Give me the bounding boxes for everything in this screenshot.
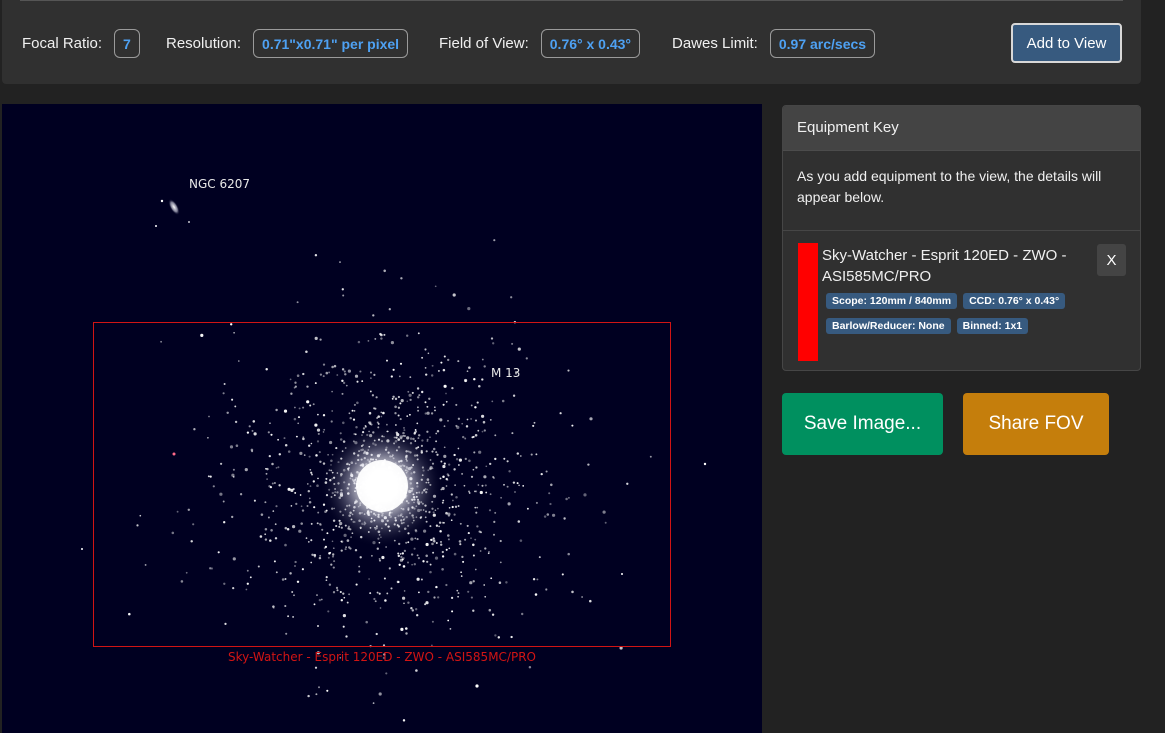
equipment-item: Sky-Watcher - Esprit 120ED - ZWO - ASI58… [783, 233, 1140, 363]
star [372, 314, 375, 317]
star [388, 308, 391, 311]
star [314, 253, 318, 257]
star [493, 239, 496, 242]
star [318, 686, 320, 689]
divider [20, 0, 1123, 1]
star [315, 693, 318, 696]
star [378, 692, 382, 696]
ccd-tag: CCD: 0.76° x 0.43° [963, 293, 1066, 309]
star [475, 684, 479, 688]
star [339, 261, 341, 264]
star [160, 199, 164, 203]
field-of-view-value: 0.76° x 0.43° [540, 29, 641, 58]
star [385, 672, 388, 675]
equipment-color-swatch [798, 243, 818, 361]
resolution-label: Resolution: [166, 35, 242, 52]
star [188, 221, 190, 223]
focal-ratio-value: 7 [114, 29, 140, 58]
star [326, 689, 329, 692]
equipment-key-title: Equipment Key [783, 106, 1140, 151]
focal-ratio-stat: Focal Ratio: 7 [22, 28, 140, 59]
equipment-key-description: As you add equipment to the view, the de… [783, 151, 1140, 231]
star [383, 269, 386, 273]
star [402, 719, 406, 722]
star [307, 694, 310, 698]
binned-tag: Binned: 1x1 [956, 318, 1029, 334]
star [703, 462, 707, 466]
barlow-reducer-tag: Barlow/Reducer: None [826, 318, 951, 334]
fov-stats-bar: Focal Ratio: 7 Resolution: 0.71"x0.71" p… [2, 0, 1141, 84]
star [400, 277, 403, 280]
star [314, 666, 318, 669]
field-of-view-label: Field of View: [439, 35, 529, 52]
dawes-limit-label: Dawes Limit: [672, 35, 758, 52]
star [452, 293, 456, 297]
equipment-tags: Scope: 120mm / 840mm CCD: 0.76° x 0.43° Ba… [826, 291, 1096, 341]
star [341, 288, 344, 291]
star [467, 307, 471, 311]
star [155, 225, 157, 227]
star [296, 301, 299, 304]
fov-overlay-label: Sky-Watcher - Esprit 120ED - ZWO - ASI58… [228, 650, 536, 664]
share-fov-button[interactable]: Share FOV [963, 393, 1109, 455]
remove-equipment-button[interactable]: X [1097, 244, 1126, 276]
equipment-name: Sky-Watcher - Esprit 120ED - ZWO - ASI58… [822, 247, 1067, 285]
galaxy-ngc-6207 [168, 198, 180, 216]
sky-view[interactable]: NGC 6207 M 13 Sky-Watcher - Esprit 120ED… [2, 104, 762, 733]
dawes-limit-stat: Dawes Limit: 0.97 arc/secs [672, 28, 876, 59]
equipment-key-panel: Equipment Key As you add equipment to th… [782, 105, 1141, 371]
fov-overlay-rectangle[interactable] [93, 322, 671, 647]
star [434, 285, 437, 288]
add-to-view-button[interactable]: Add to View [1011, 23, 1122, 63]
resolution-stat: Resolution: 0.71"x0.71" per pixel [166, 28, 409, 59]
star [342, 294, 345, 297]
dawes-limit-value: 0.97 arc/secs [769, 29, 876, 58]
star [528, 666, 532, 669]
save-image-button[interactable]: Save Image... [782, 393, 943, 455]
star [81, 548, 83, 550]
field-of-view-stat: Field of View: 0.76° x 0.43° [439, 28, 641, 59]
star [415, 669, 418, 672]
star [510, 296, 513, 299]
star [372, 702, 375, 704]
object-label-ngc-6207: NGC 6207 [189, 177, 251, 191]
resolution-value: 0.71"x0.71" per pixel [253, 29, 409, 58]
scope-tag: Scope: 120mm / 840mm [826, 293, 958, 309]
focal-ratio-label: Focal Ratio: [22, 35, 103, 52]
